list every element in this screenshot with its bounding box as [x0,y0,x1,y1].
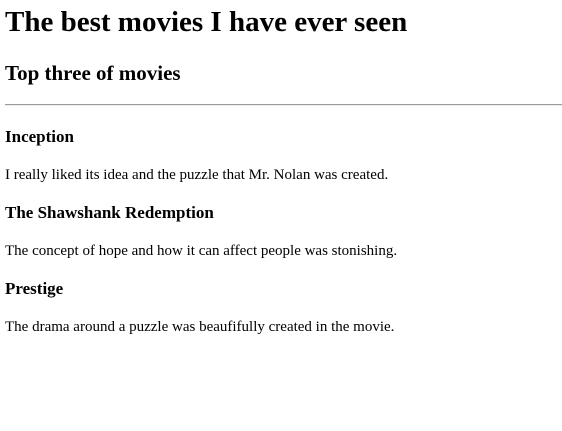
movie-title: Inception [5,127,74,146]
movie-description: The drama around a puzzle was beaufifull… [5,319,395,335]
movie-item: The Shawshank Redemption The concept of … [5,203,554,260]
movie-title: Prestige [5,279,64,298]
movie-description: The concept of hope and how it can affec… [5,243,398,259]
page-title: The best movies I have ever seen [5,6,408,38]
movie-description: I really liked its idea and the puzzle t… [5,167,389,183]
page-subtitle: Top three of movies [5,61,181,85]
divider [5,104,562,106]
movie-title: The Shawshank Redemption [5,203,214,222]
movie-item: Inception I really liked its idea and th… [5,127,554,184]
movie-item: Prestige The drama around a puzzle was b… [5,279,554,336]
